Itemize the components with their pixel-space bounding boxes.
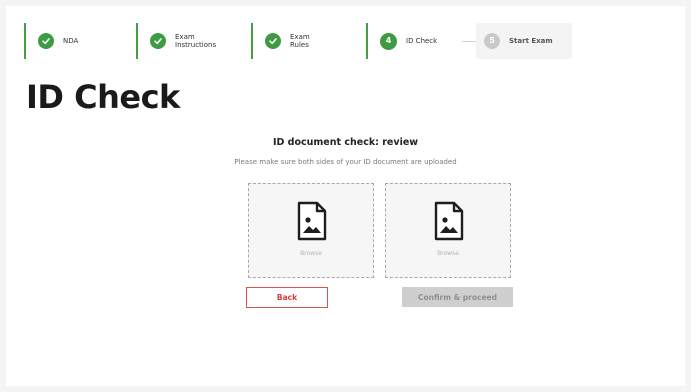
content-panel: NDA Exam Instructions Exam Rules 4 ID Ch… [6,6,685,386]
page-title: ID Check [26,78,180,116]
step-number-badge: 5 [484,33,500,49]
step-label: Exam Rules [290,33,310,49]
step-number: 4 [385,36,392,45]
step-exam-rules[interactable]: Exam Rules [251,23,366,59]
browse-link[interactable]: Browse [386,250,510,257]
page: NDA Exam Instructions Exam Rules 4 ID Ch… [0,0,691,392]
step-label: ID Check [406,37,438,45]
back-upload-dropzone[interactable]: Browse [385,183,511,278]
check-icon [38,33,54,49]
step-start-exam[interactable]: 5 Start Exam [476,23,572,59]
back-button[interactable]: Back [246,287,328,308]
review-heading: ID document check: review [272,137,419,148]
image-file-icon [297,201,327,241]
step-label: Start Exam [509,37,553,45]
check-icon [265,33,281,49]
step-exam-instructions[interactable]: Exam Instructions [136,23,251,59]
review-instructions: Please make sure both sides of your ID d… [234,158,457,166]
step-id-check[interactable]: 4 ID Check [366,23,462,59]
step-nda[interactable]: NDA [24,23,136,59]
image-file-icon [434,201,464,241]
confirm-proceed-button[interactable]: Confirm & proceed [402,287,513,307]
exam-stepper: NDA Exam Instructions Exam Rules 4 ID Ch… [24,23,572,59]
front-upload-dropzone[interactable]: Browse [248,183,374,278]
step-number-badge: 4 [380,32,397,50]
step-label: NDA [63,37,79,45]
browse-link[interactable]: Browse [249,250,373,257]
step-label: Exam Instructions [175,33,217,49]
step-number: 5 [489,36,495,45]
step-connector [462,40,476,42]
check-icon [150,33,166,49]
